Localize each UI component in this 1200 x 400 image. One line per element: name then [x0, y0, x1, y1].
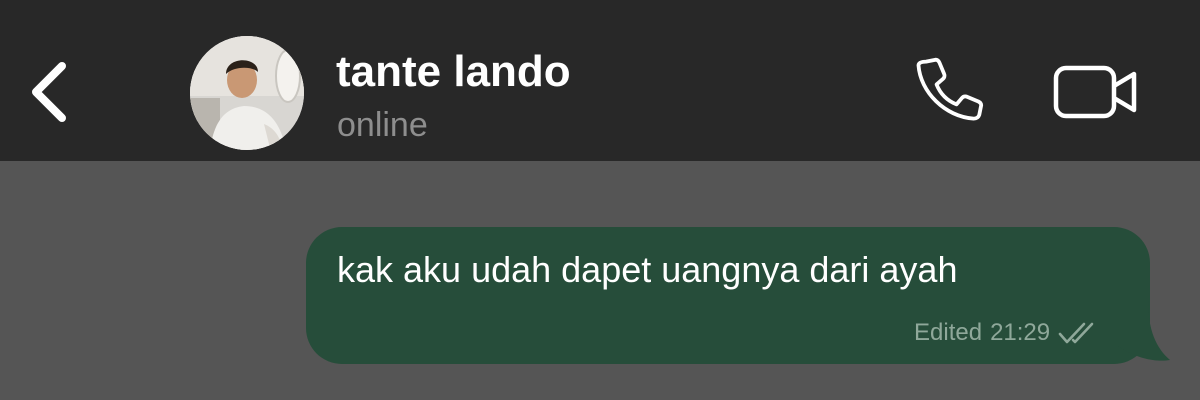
bubble-tail [1118, 300, 1170, 361]
chevron-left-icon [32, 62, 66, 122]
message-time: 21:29 [990, 319, 1051, 346]
contact-status: online [337, 106, 428, 144]
voice-call-button[interactable] [915, 56, 991, 128]
message-text: kak aku udah dapet uangnya dari ayah [337, 249, 958, 290]
chat-screen: tante lando online kak aku udah dapet ua… [0, 0, 1200, 400]
edited-label: Edited [914, 319, 983, 346]
contact-name[interactable]: tante lando [336, 44, 571, 100]
phone-icon [916, 57, 984, 121]
chat-header: tante lando online [0, 0, 1200, 161]
double-check-icon [1058, 320, 1098, 346]
message-meta: Edited 21:29 [914, 318, 1098, 348]
video-camera-icon [1053, 65, 1137, 119]
video-call-button[interactable] [1050, 56, 1142, 128]
avatar[interactable] [190, 36, 304, 150]
back-button[interactable] [22, 52, 82, 132]
avatar-photo [190, 36, 304, 150]
